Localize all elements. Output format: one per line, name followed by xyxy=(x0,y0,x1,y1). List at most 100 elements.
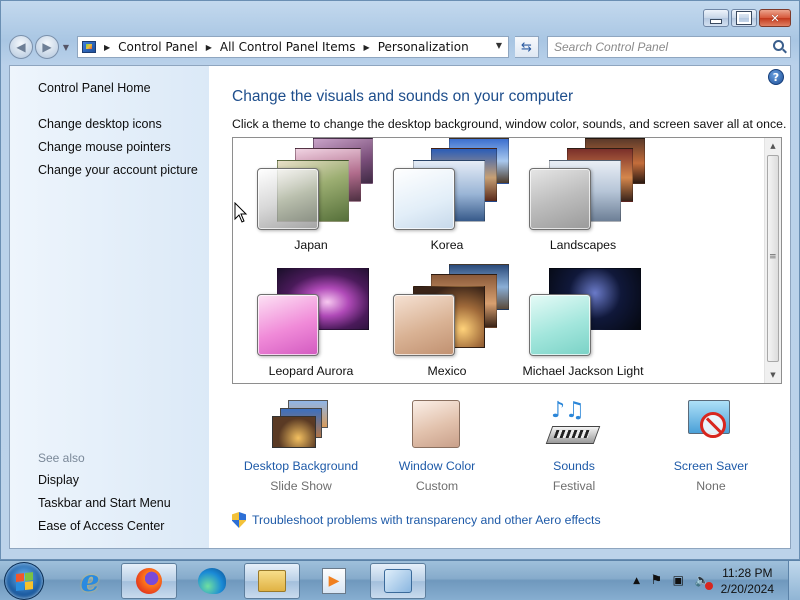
taskbar-internet-explorer[interactable]: e xyxy=(62,563,118,599)
address-dropdown-icon[interactable]: ▼ xyxy=(496,41,502,50)
firefox-icon xyxy=(136,568,162,594)
clock-date: 2/20/2024 xyxy=(720,582,774,596)
theme-label: Korea xyxy=(430,238,464,252)
sidebar-change-desktop-icons[interactable]: Change desktop icons xyxy=(38,117,162,131)
taskbar-control-panel[interactable] xyxy=(370,563,426,599)
screen-saver-icon xyxy=(682,400,740,450)
category-value: Slide Show xyxy=(270,479,332,493)
control-panel-icon xyxy=(384,569,412,593)
breadcrumb-personalization[interactable]: Personalization xyxy=(378,40,469,54)
theme-label: Landscapes xyxy=(549,238,617,252)
search-box[interactable] xyxy=(547,36,791,58)
category-sounds[interactable]: ♪♫ Sounds Festival xyxy=(509,400,639,493)
scroll-thumb[interactable] xyxy=(767,155,779,362)
address-bar[interactable]: ▶ Control Panel ▶ All Control Panel Item… xyxy=(77,36,509,58)
sidebar-change-mouse-pointers[interactable]: Change mouse pointers xyxy=(38,140,171,154)
minimize-icon xyxy=(704,10,728,26)
category-name[interactable]: Window Color xyxy=(372,459,502,473)
category-screen-saver[interactable]: Screen Saver None xyxy=(646,400,776,493)
breadcrumb-separator-icon[interactable]: ▶ xyxy=(364,43,370,52)
minimize-button[interactable] xyxy=(703,9,729,27)
category-window-color[interactable]: Window Color Custom xyxy=(372,400,502,493)
theme-korea[interactable]: Korea xyxy=(379,138,515,258)
forward-arrow-icon: ▶ xyxy=(42,40,52,54)
back-arrow-icon: ◀ xyxy=(16,40,26,54)
system-tray: ▲ ⚑ ▣ 🔈 11:28 PM 2/20/2024 xyxy=(623,561,790,600)
maximize-button[interactable] xyxy=(731,9,757,27)
category-name[interactable]: Sounds xyxy=(509,459,639,473)
theme-leopard-aurora[interactable]: Leopard Aurora xyxy=(243,264,379,384)
start-button[interactable] xyxy=(4,562,44,600)
window-color-icon xyxy=(408,400,466,450)
volume-muted-icon[interactable]: 🔈 xyxy=(695,573,713,590)
media-player-icon: ▶ xyxy=(322,568,346,594)
category-value: Custom xyxy=(415,479,459,493)
category-name[interactable]: Screen Saver xyxy=(646,459,776,473)
network-icon[interactable]: ▣ xyxy=(673,573,689,589)
navigation-bar: ◀ ▶ ▼ ▶ Control Panel ▶ All Control Pane… xyxy=(9,35,791,59)
breadcrumb-separator-icon[interactable]: ▶ xyxy=(104,43,110,52)
breadcrumb-control-panel[interactable]: Control Panel xyxy=(118,40,198,54)
troubleshoot-aero-link[interactable]: Troubleshoot problems with transparency … xyxy=(232,512,601,528)
action-center-flag-icon[interactable]: ⚑ xyxy=(651,573,667,589)
clock[interactable]: 11:28 PM 2/20/2024 xyxy=(721,565,774,597)
control-panel-icon xyxy=(82,41,96,53)
close-icon xyxy=(760,10,790,26)
show-desktop-button[interactable] xyxy=(788,561,800,600)
category-name[interactable]: Desktop Background xyxy=(236,459,366,473)
folder-icon xyxy=(258,570,286,592)
taskbar-media-player[interactable]: ▶ xyxy=(306,563,362,599)
sidebar-control-panel-home[interactable]: Control Panel Home xyxy=(38,81,151,95)
theme-label: Michael Jackson Light xyxy=(522,364,644,378)
breadcrumb-separator-icon[interactable]: ▶ xyxy=(206,43,212,52)
category-value: Festival xyxy=(552,479,596,493)
scroll-up-icon[interactable]: ▲ xyxy=(765,138,781,154)
refresh-icon: ⇆ xyxy=(521,39,532,55)
uac-shield-icon xyxy=(232,512,246,528)
personalization-window: ◀ ▶ ▼ ▶ Control Panel ▶ All Control Pane… xyxy=(0,0,800,560)
theme-gallery-scrollbar[interactable]: ▲ ▼ xyxy=(764,138,781,383)
scroll-down-icon[interactable]: ▼ xyxy=(765,367,781,383)
help-icon[interactable]: ? xyxy=(768,69,784,85)
theme-color-swatch xyxy=(257,168,319,230)
taskbar-firefox[interactable] xyxy=(121,563,177,599)
see-also-display[interactable]: Display xyxy=(38,473,79,487)
page-title: Change the visuals and sounds on your co… xyxy=(232,88,574,105)
sidebar-change-account-picture[interactable]: Change your account picture xyxy=(38,163,198,177)
theme-color-swatch xyxy=(529,294,591,356)
maximize-icon xyxy=(732,10,756,26)
see-also-taskbar-start-menu[interactable]: Taskbar and Start Menu xyxy=(38,496,171,510)
search-icon[interactable] xyxy=(773,40,784,51)
troubleshoot-label[interactable]: Troubleshoot problems with transparency … xyxy=(252,513,601,527)
see-also-ease-of-access[interactable]: Ease of Access Center xyxy=(38,519,164,533)
recent-pages-dropdown[interactable]: ▼ xyxy=(61,43,71,52)
close-button[interactable] xyxy=(759,9,791,27)
sidebar: Control Panel Home Change desktop icons … xyxy=(10,66,209,548)
desktop-background-icon xyxy=(272,400,330,450)
show-hidden-icons-icon[interactable]: ▲ xyxy=(629,573,645,589)
breadcrumb-all-items[interactable]: All Control Panel Items xyxy=(220,40,356,54)
theme-label: Japan xyxy=(294,238,328,252)
theme-michael-jackson-light[interactable]: Michael Jackson Light xyxy=(515,264,651,384)
back-button[interactable]: ◀ xyxy=(9,35,33,59)
category-value: None xyxy=(696,479,726,493)
see-also-heading: See also xyxy=(38,451,85,465)
theme-gallery: Japan Korea Landscapes Leopard Aurora Me… xyxy=(232,137,782,384)
theme-color-swatch xyxy=(393,168,455,230)
theme-landscapes[interactable]: Landscapes xyxy=(515,138,651,258)
sounds-icon: ♪♫ xyxy=(545,400,603,450)
forward-button[interactable]: ▶ xyxy=(35,35,59,59)
theme-mexico[interactable]: Mexico xyxy=(379,264,515,384)
search-input[interactable] xyxy=(554,40,754,54)
client-area: Control Panel Home Change desktop icons … xyxy=(9,65,791,549)
clock-time: 11:28 PM xyxy=(722,566,773,580)
page-description: Click a theme to change the desktop back… xyxy=(232,117,787,131)
theme-japan[interactable]: Japan xyxy=(243,138,379,258)
taskbar-file-explorer[interactable] xyxy=(244,563,300,599)
taskbar-edge[interactable] xyxy=(184,563,240,599)
category-desktop-background[interactable]: Desktop Background Slide Show xyxy=(236,400,366,493)
taskbar: e ▶ ▲ ⚑ ▣ 🔈 11:28 PM 2/20/2024 xyxy=(0,560,800,600)
caption-buttons xyxy=(703,9,791,27)
internet-explorer-icon: e xyxy=(80,563,100,599)
refresh-button[interactable]: ⇆ xyxy=(515,36,539,58)
